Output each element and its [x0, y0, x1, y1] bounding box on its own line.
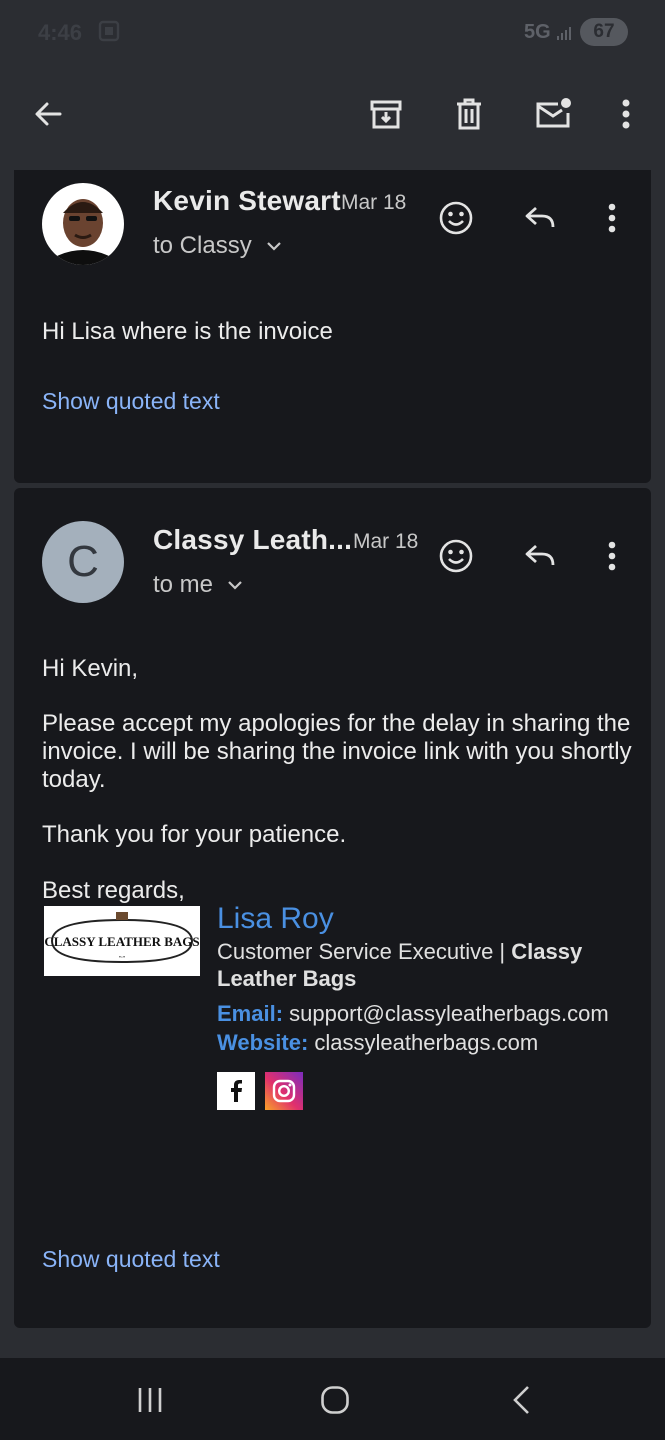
svg-text:•◦•: •◦• — [119, 955, 125, 961]
recipient-toggle[interactable]: to me — [153, 571, 243, 599]
more-vert-icon — [622, 99, 630, 129]
email-label: Email: — [217, 1001, 284, 1026]
recipient-toggle[interactable]: to Classy — [153, 232, 282, 260]
signature-email-link[interactable]: support@classyleatherbags.com — [289, 1001, 608, 1026]
message-paragraph-1: Please accept my apologies for the delay… — [42, 710, 632, 793]
sender-name: Classy Leath... — [153, 524, 353, 555]
avatar[interactable] — [42, 183, 124, 265]
message-date: Mar 18 — [341, 191, 407, 214]
message-card-classy: C Classy Leath... Mar 18 to me Hi Kevin,… — [14, 488, 651, 1328]
message-body: Hi Lisa where is the invoice — [42, 318, 333, 345]
facebook-link[interactable] — [217, 1072, 255, 1110]
company-logo[interactable]: CLASSY LEATHER BAGS •◦• — [44, 906, 200, 976]
screenshot-icon — [98, 20, 120, 42]
back-nav-button[interactable] — [497, 1378, 547, 1422]
more-options-button[interactable] — [598, 86, 654, 142]
reply-icon — [525, 206, 555, 228]
system-nav-bar — [0, 1358, 665, 1440]
message-greeting: Hi Kevin, — [42, 655, 139, 682]
signature-website-link[interactable]: classyleatherbags.com — [314, 1030, 538, 1055]
instagram-link[interactable] — [265, 1072, 303, 1110]
website-label: Website: — [217, 1030, 309, 1055]
back-button[interactable] — [20, 86, 76, 142]
profile-photo — [42, 183, 124, 265]
message-paragraph-2: Thank you for your patience. — [42, 821, 347, 848]
delete-button[interactable] — [441, 86, 497, 142]
signature-email-line: Email: support@classyleatherbags.com — [217, 1001, 609, 1027]
add-reaction-button[interactable] — [432, 194, 480, 242]
battery-level: 67 — [593, 21, 615, 42]
status-time: 4:46 — [38, 20, 83, 45]
signal-icon — [557, 27, 571, 40]
show-quoted-text-link[interactable]: Show quoted text — [42, 388, 220, 415]
signature-name: Lisa Roy — [217, 902, 334, 935]
message-date: Mar 18 — [353, 530, 419, 553]
signature-role: Customer Service Executive | — [217, 939, 512, 964]
reply-button[interactable] — [516, 532, 564, 580]
recipient-label: to me — [153, 571, 214, 598]
message-more-button[interactable] — [588, 532, 636, 580]
avatar-letter: C — [67, 537, 99, 586]
trash-icon — [457, 98, 481, 130]
emoji-icon — [439, 201, 473, 235]
avatar[interactable]: C — [42, 521, 124, 603]
signature-website-line: Website: classyleatherbags.com — [217, 1030, 538, 1056]
network-type: 5G — [524, 21, 551, 43]
toolbar — [0, 64, 665, 170]
archive-button[interactable] — [358, 86, 414, 142]
classy-leather-bags-logo: CLASSY LEATHER BAGS •◦• — [44, 912, 200, 964]
home-button[interactable] — [310, 1378, 360, 1422]
more-vert-icon — [608, 203, 616, 233]
emoji-icon — [439, 539, 473, 573]
message-closing: Best regards, — [42, 877, 185, 904]
facebook-icon — [217, 1072, 255, 1110]
recent-apps-button[interactable] — [125, 1378, 175, 1422]
reply-icon — [525, 544, 555, 566]
sender-name: Kevin Stewart — [153, 185, 341, 216]
home-icon — [321, 1386, 349, 1414]
mark-unread-icon — [536, 98, 571, 128]
chevron-down-icon — [266, 242, 281, 251]
recipient-label: to Classy — [153, 232, 252, 259]
instagram-icon — [265, 1072, 303, 1110]
mark-unread-button[interactable] — [525, 86, 581, 142]
back-arrow-icon — [35, 102, 62, 126]
show-quoted-text-link[interactable]: Show quoted text — [42, 1246, 220, 1273]
signature-title: Customer Service Executive | Classy Leat… — [217, 938, 617, 992]
status-bar: 4:46 5G 67 — [0, 0, 665, 64]
back-chevron-icon — [513, 1386, 529, 1414]
logo-text: CLASSY LEATHER BAGS — [44, 934, 199, 949]
battery-indicator: 67 — [580, 18, 628, 46]
archive-icon — [370, 100, 402, 129]
more-vert-icon — [608, 541, 616, 571]
add-reaction-button[interactable] — [432, 532, 480, 580]
reply-button[interactable] — [516, 194, 564, 242]
chevron-down-icon — [228, 581, 242, 590]
recent-apps-icon — [138, 1388, 162, 1412]
message-more-button[interactable] — [588, 194, 636, 242]
message-card-kevin: Kevin Stewart Mar 18 to Classy Hi Lisa w… — [14, 170, 651, 483]
